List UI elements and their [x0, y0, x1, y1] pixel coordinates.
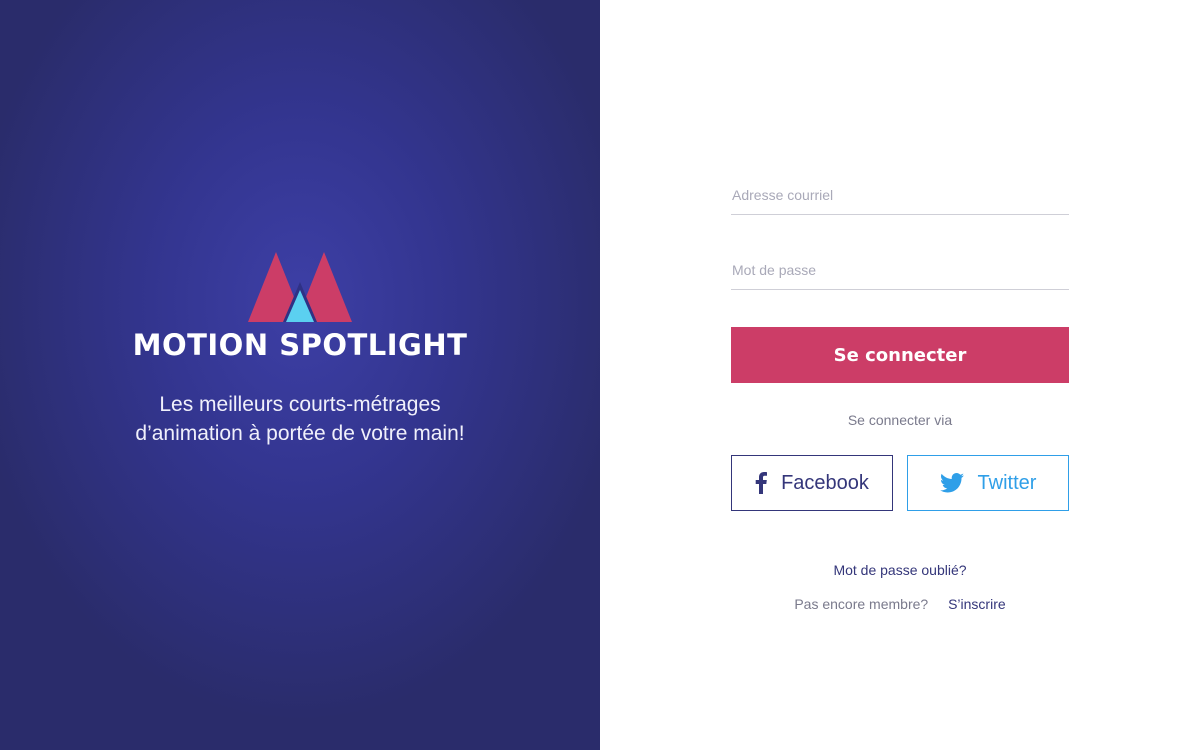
hero-panel: MOTION SPOTLIGHT Les meilleurs courts-mé… — [0, 0, 600, 750]
motion-spotlight-logo — [248, 252, 352, 322]
signup-link[interactable]: S’inscrire — [948, 596, 1006, 612]
forgot-password-link[interactable]: Mot de passe oublié? — [731, 562, 1069, 578]
login-page: MOTION SPOTLIGHT Les meilleurs courts-mé… — [0, 0, 1200, 750]
brand-name: MOTION SPOTLIGHT — [132, 328, 468, 362]
tagline-line-2: d’animation à portée de votre main! — [135, 422, 465, 445]
email-field[interactable] — [731, 175, 1069, 214]
facebook-login-button[interactable]: Facebook — [731, 455, 893, 511]
password-field[interactable] — [731, 250, 1069, 289]
twitter-login-button[interactable]: Twitter — [907, 455, 1069, 511]
password-field-wrapper — [731, 250, 1069, 290]
login-panel: Se connecter Se connecter via Facebook T… — [600, 0, 1200, 750]
twitter-label: Twitter — [977, 471, 1037, 494]
login-button[interactable]: Se connecter — [731, 327, 1069, 383]
facebook-label: Facebook — [781, 471, 869, 494]
twitter-icon — [939, 473, 964, 493]
not-member-text: Pas encore membre? — [794, 596, 929, 612]
signup-row: Pas encore membre? S’inscrire — [731, 596, 1069, 612]
tagline-line-1: Les meilleurs courts-métrages — [159, 393, 441, 416]
facebook-icon — [755, 472, 768, 494]
tagline: Les meilleurs courts-métrages d’animatio… — [100, 390, 500, 448]
email-field-wrapper — [731, 175, 1069, 215]
social-login-label: Se connecter via — [847, 412, 953, 428]
